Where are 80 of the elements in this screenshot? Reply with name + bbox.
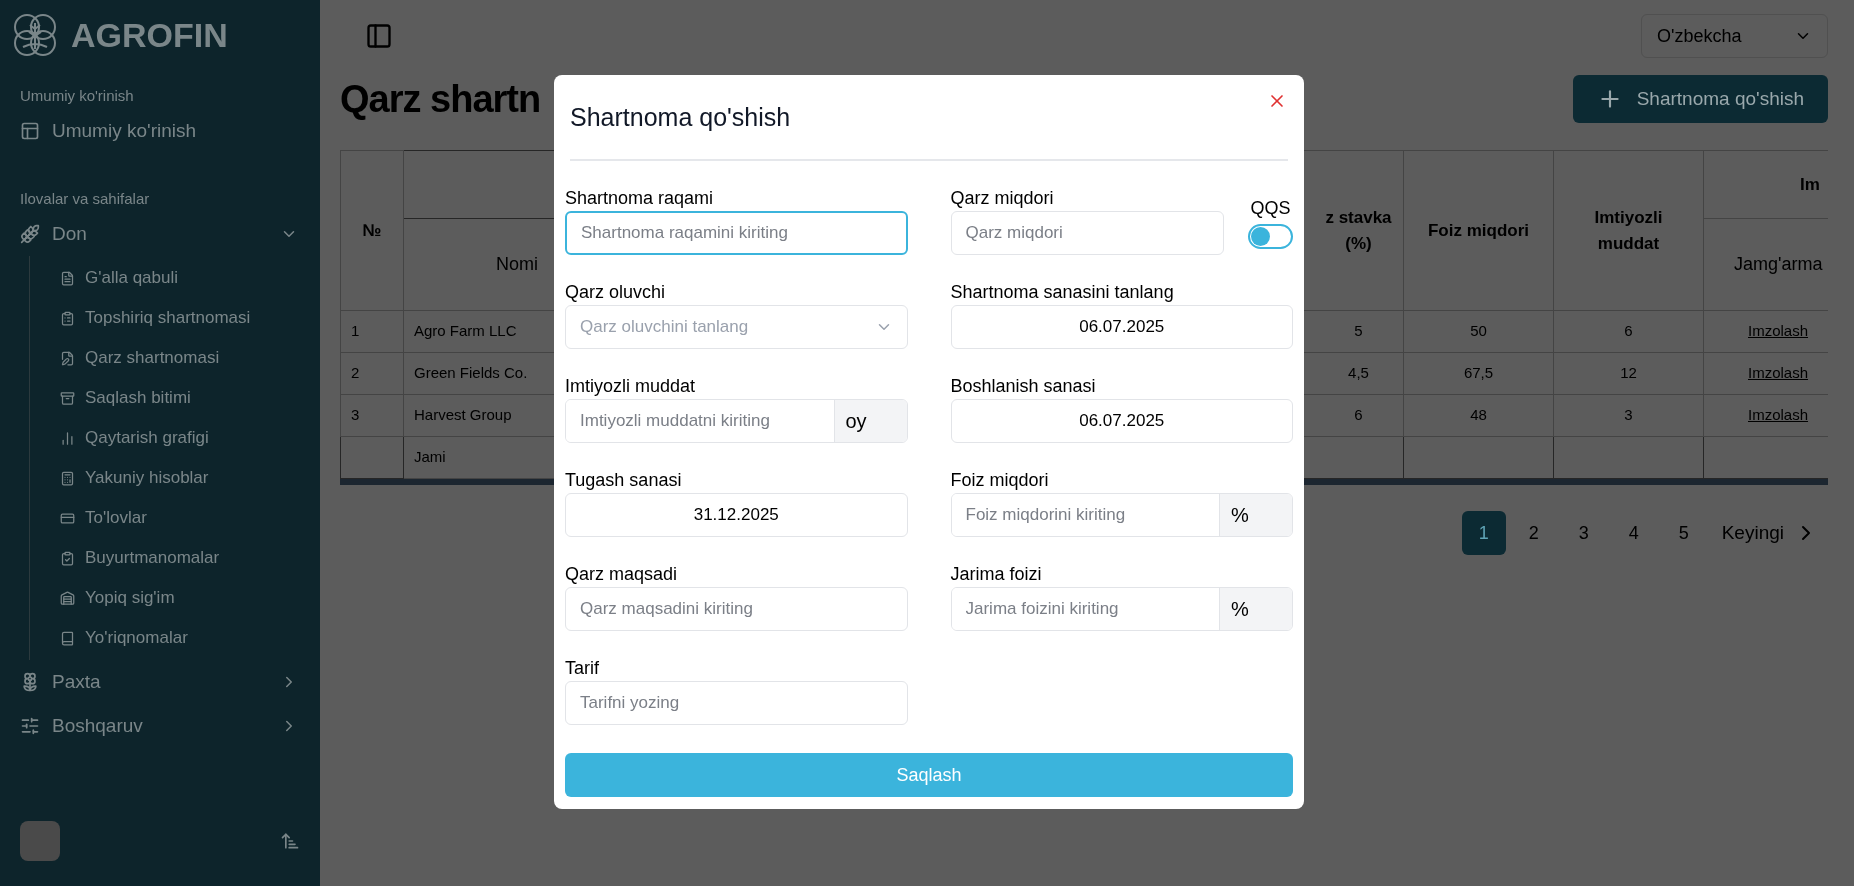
input-group[interactable]: Imtiyozli muddatni kiriting oy (565, 399, 908, 443)
calculator-icon (60, 470, 75, 486)
sidebar-item[interactable]: Don (0, 212, 320, 256)
wheat-icon (20, 224, 40, 244)
sliders-icon (20, 716, 40, 736)
date-field[interactable]: 06.07.2025 (950, 305, 1293, 349)
document-icon (60, 270, 75, 286)
table-cell: 3 (1553, 394, 1704, 437)
field-label: Qarz miqdori (950, 187, 1055, 209)
input-group[interactable]: Foiz miqdorini kiriting % (950, 493, 1293, 537)
sidebar-subitem[interactable]: Qaytarish grafigi (30, 418, 320, 458)
sort-icon[interactable] (280, 831, 300, 851)
layout-icon (20, 121, 40, 141)
table-header: № (340, 150, 404, 311)
avatar[interactable] (20, 821, 60, 861)
sidebar-subitem[interactable]: Qarz shartnomasi (30, 338, 320, 378)
clipboard-check-icon (60, 550, 75, 566)
card-icon (60, 510, 75, 526)
field-label: Shartnoma raqami (565, 187, 715, 209)
table-cell: 2 (340, 352, 404, 395)
sidebar-subitem[interactable]: To'lovlar (30, 498, 320, 538)
field-label: Qarz maqsadi (565, 563, 679, 585)
text-field[interactable]: Shartnoma raqamini kiriting (565, 211, 908, 255)
table-cell: 67,5 (1403, 352, 1554, 395)
page-title: Qarz shartn (340, 76, 541, 122)
field-label: Foiz miqdori (950, 469, 1050, 491)
language-select[interactable]: O'zbekcha (1641, 14, 1828, 58)
sidebar-item[interactable]: Paxta (0, 660, 320, 704)
table-cell: 12 (1553, 352, 1704, 395)
bar-chart-icon (60, 430, 75, 446)
table-header: Im (1703, 150, 1828, 219)
clipboard-list-icon (60, 310, 75, 326)
logo-text: AGROFIN (71, 14, 228, 56)
file-edit-icon (60, 350, 75, 366)
table-cell: 1 (340, 310, 404, 353)
sidebar-subitem[interactable]: Saqlash bitimi (30, 378, 320, 418)
unit-label: % (1219, 494, 1292, 536)
dialog-title: Shartnoma qo'shish (570, 102, 792, 133)
page-button[interactable]: 3 (1561, 511, 1606, 555)
archive-icon (60, 390, 75, 406)
table-header: Foiz miqdori (1403, 150, 1554, 311)
toggle-label: QQS (1250, 197, 1291, 220)
logo-icon (11, 11, 59, 59)
toggle-switch[interactable] (1248, 224, 1293, 249)
table-header: Imtiyozli muddat (1553, 150, 1704, 311)
field-label: Jarima foizi (950, 563, 1043, 585)
input-group[interactable]: Jarima foizini kiriting % (950, 587, 1293, 631)
book-icon (60, 630, 75, 646)
page-button[interactable]: 1 (1461, 511, 1506, 555)
field-label: Shartnoma sanasini tanlang (950, 281, 1175, 303)
field-label: Boshlanish sanasi (950, 375, 1097, 397)
unit-label: oy (833, 400, 907, 442)
sidebar-subitem[interactable]: Topshiriq shartnomasi (30, 298, 320, 338)
table-cell: 48 (1403, 394, 1554, 437)
unit-label: % (1219, 588, 1292, 630)
section-label: Umumiy ko'rinish (19, 86, 135, 106)
sidebar-subitem[interactable]: Yakuniy hisoblar (30, 458, 320, 498)
table-cell: 50 (1403, 310, 1554, 353)
page-button[interactable]: 4 (1611, 511, 1656, 555)
sidebar-subitem[interactable]: Buyurtmanomalar (30, 538, 320, 578)
table-cell: 6 (1553, 310, 1704, 353)
next-page-button[interactable]: Keyingi (1721, 518, 1818, 548)
sidebar-subitem[interactable]: Yopiq sig'im (30, 578, 320, 618)
sidebar-item[interactable]: Boshqaruv (0, 704, 320, 748)
sidebar-toggle-icon[interactable] (365, 22, 393, 50)
save-button[interactable]: Saqlash (565, 753, 1293, 797)
table-cell: 3 (340, 394, 404, 437)
flower-icon (20, 672, 40, 692)
date-field[interactable]: 31.12.2025 (565, 493, 908, 537)
select-field[interactable]: Qarz oluvchini tanlang (565, 305, 908, 349)
warehouse-icon (60, 590, 75, 606)
section-label: Ilovalar va sahifalar (19, 189, 151, 209)
date-field[interactable]: 06.07.2025 (950, 399, 1293, 443)
sidebar-item[interactable]: Umumiy ko'rinish (0, 109, 320, 153)
sidebar-subitem[interactable]: Yo'riqnomalar (30, 618, 320, 658)
page-button[interactable]: 2 (1511, 511, 1556, 555)
page-button[interactable]: 5 (1661, 511, 1706, 555)
add-button[interactable]: Shartnoma qo'shish (1572, 75, 1828, 123)
field-label: Tarif (565, 657, 600, 679)
sidebar-subitem[interactable]: G'alla qabuli (30, 258, 320, 298)
